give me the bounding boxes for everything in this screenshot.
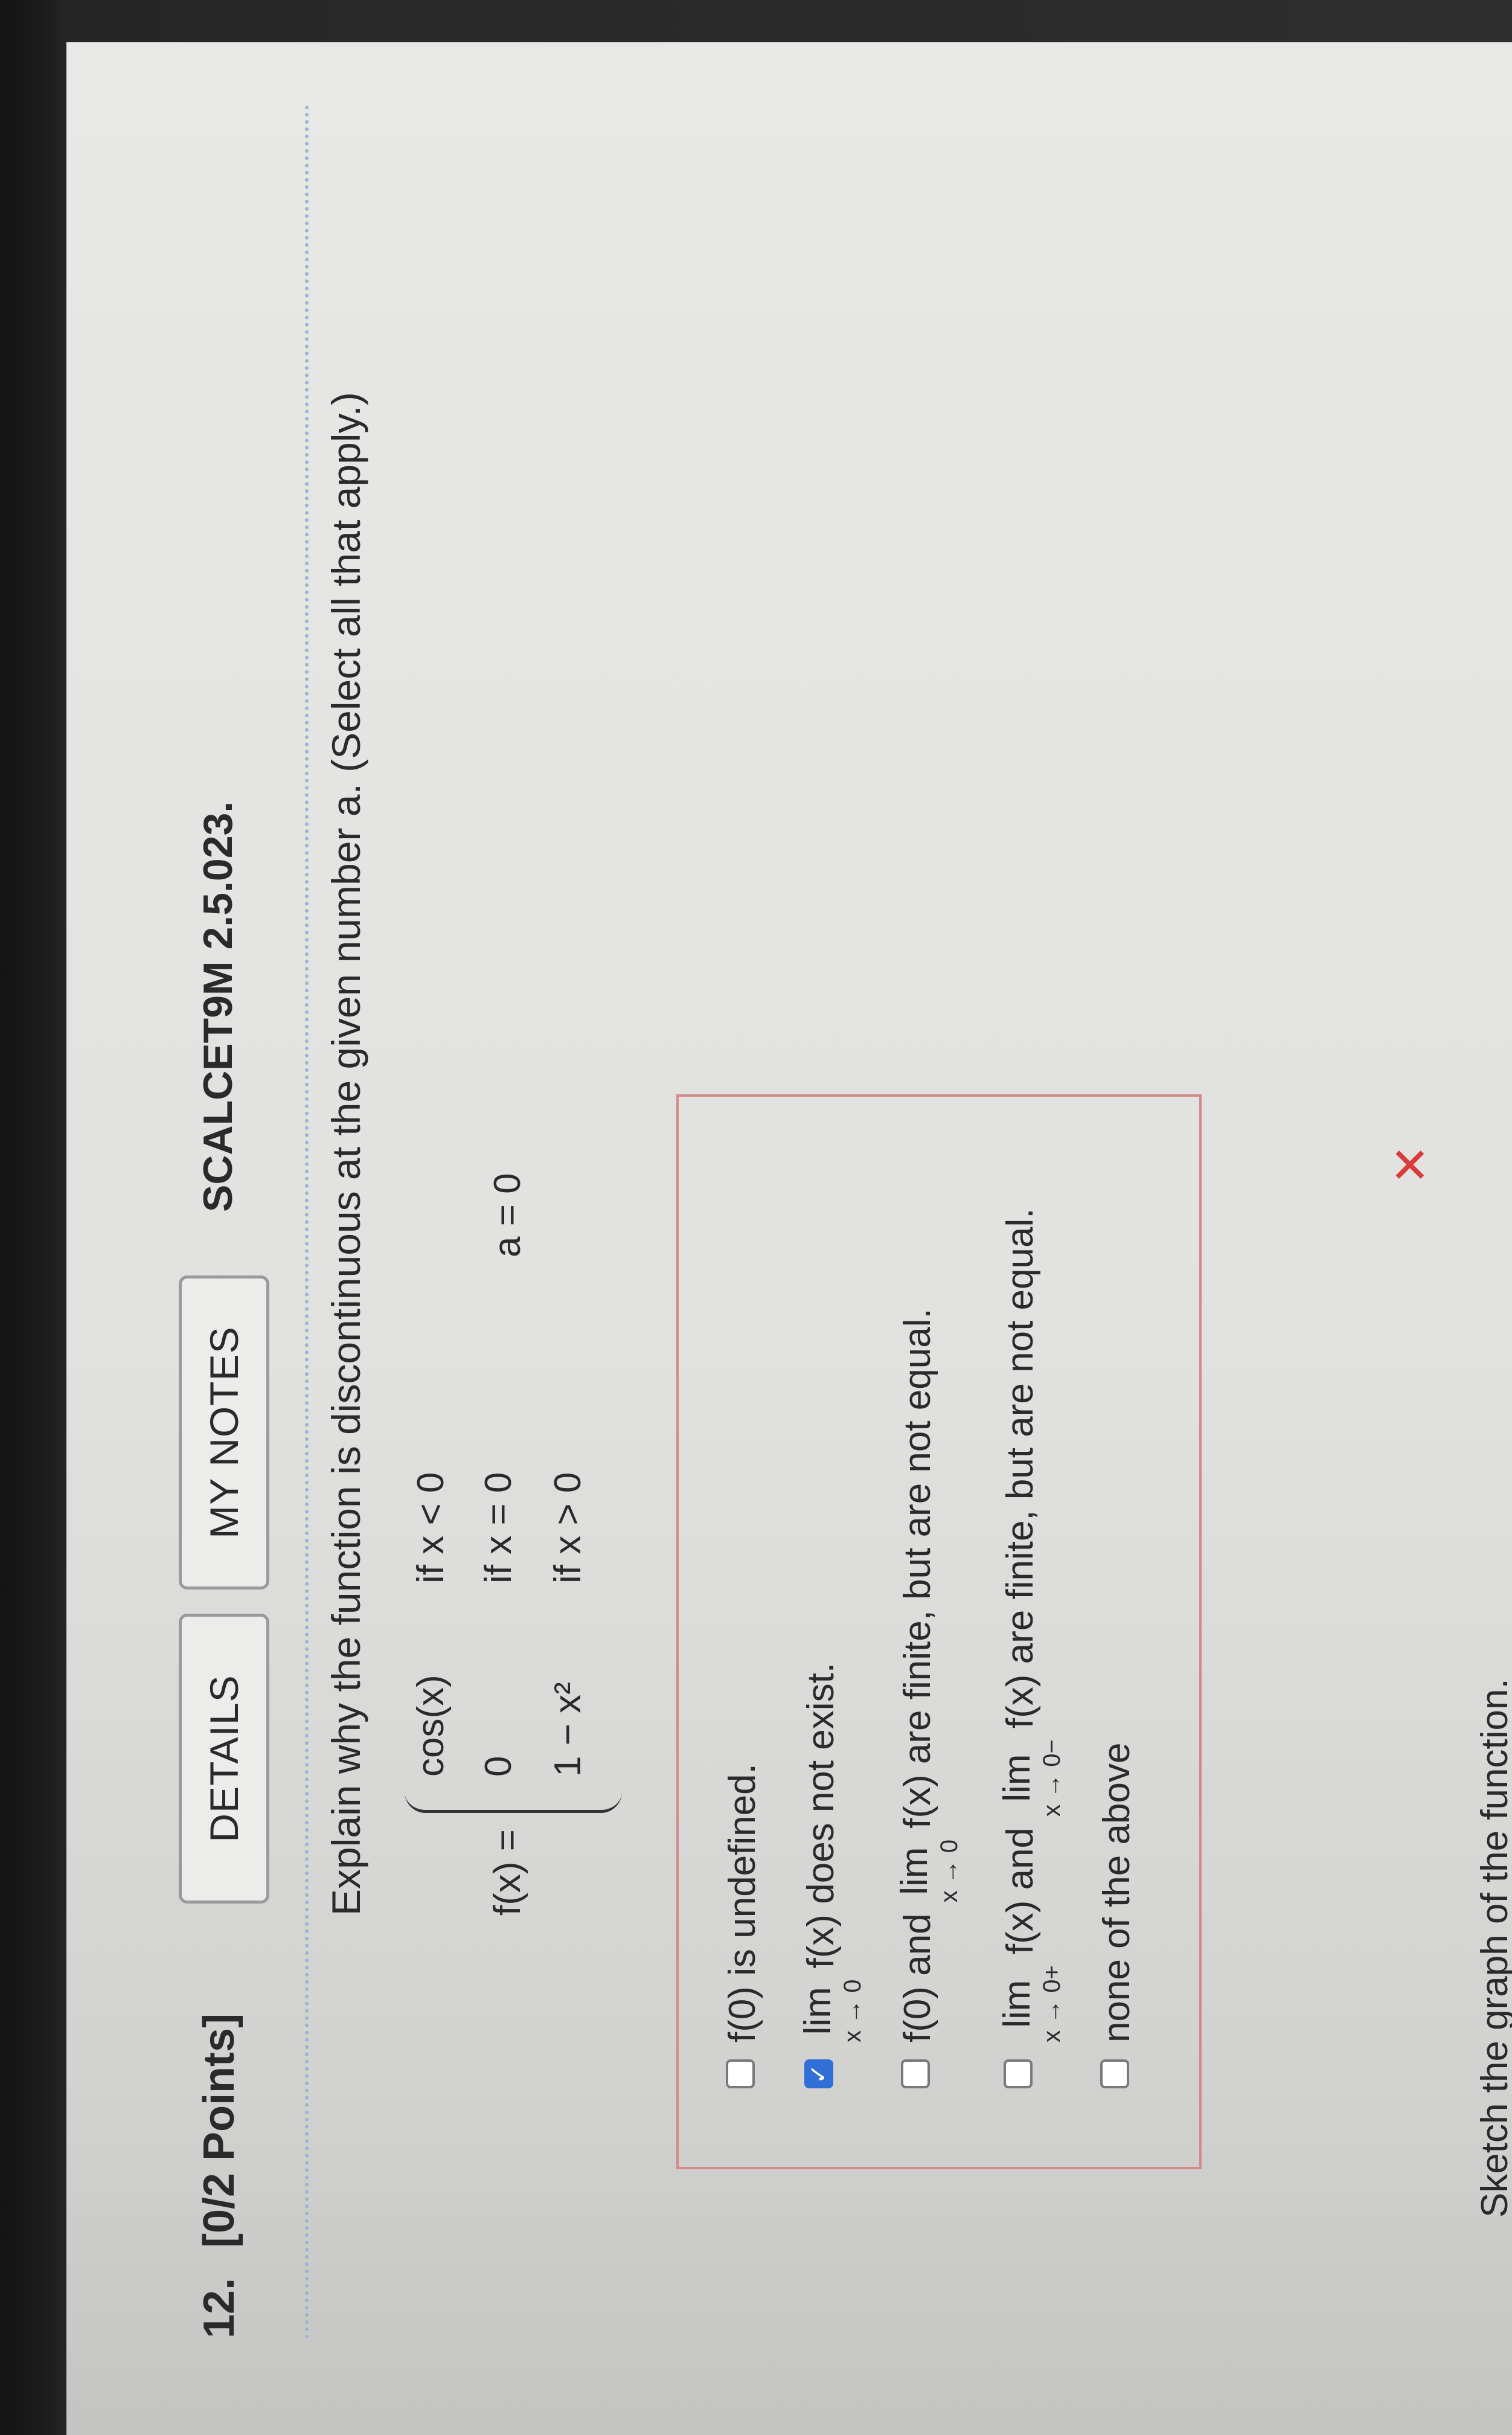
limit-operator: lim x → 0: [797, 1979, 866, 2042]
limit-subscript: x → 0−: [1039, 1739, 1065, 1817]
option-label-prefix: f(0) and: [897, 1913, 938, 2042]
header-divider: [305, 104, 309, 2338]
limit-operator: lim x → 0: [894, 1839, 963, 1903]
case-condition: if x > 0: [547, 1472, 589, 1583]
checkbox[interactable]: [1100, 2059, 1129, 2088]
my-notes-button[interactable]: MY NOTES: [179, 1275, 269, 1590]
incorrect-x-icon: ✕: [1384, 1144, 1438, 1185]
option-label: f(x) does not exist.: [800, 1662, 842, 1969]
limit-operator: lim x → 0+: [996, 1965, 1065, 2042]
piecewise-function: f(x) = cos(x) if x < 0 0 if x = 0 1 − x²…: [392, 1088, 646, 2175]
details-button[interactable]: DETAILS: [179, 1614, 269, 1904]
function-lhs: f(x) =: [487, 1829, 528, 1916]
limit-operator: lim x → 0−: [996, 1739, 1065, 1817]
option-f0-undefined[interactable]: f(0) is undefined.: [721, 1763, 764, 2088]
limit-label: lim: [996, 1980, 1038, 2028]
limit-label: lim: [894, 1847, 935, 1895]
sketch-prompt: Sketch the graph of the function.: [1474, 1678, 1512, 2218]
option-one-sided-limits-not-equal[interactable]: lim x → 0+ f(x) and lim x → 0− f(x) are …: [996, 1208, 1065, 2088]
case-expr: cos(x): [410, 1675, 452, 1777]
option-none-of-above[interactable]: none of the above: [1095, 1743, 1138, 2088]
option-label: f(0) is undefined.: [722, 1763, 763, 2042]
question-prompt: Explain why the function is discontinuou…: [324, 392, 368, 1916]
limit-label: lim: [797, 1987, 839, 2035]
answer-options-box: f(0) is undefined. ✓ lim x → 0 f(x) does…: [676, 1094, 1202, 2169]
limit-label: lim: [996, 1754, 1038, 1802]
question-number: 12.: [195, 2277, 243, 2338]
checkbox[interactable]: [1004, 2059, 1033, 2088]
webassign-question: 12. [0/2 Points] DETAILS MY NOTES SCALCE…: [66, 42, 1512, 2435]
checkbox-checked[interactable]: ✓: [804, 2059, 833, 2088]
screen: 12. [0/2 Points] DETAILS MY NOTES SCALCE…: [66, 42, 1512, 2435]
option-label-middle: f(x) and: [999, 1827, 1041, 1955]
case-expr: 1 − x²: [547, 1682, 589, 1777]
case-condition: if x < 0: [410, 1472, 452, 1583]
case-expr: 0: [478, 1756, 519, 1777]
given-number-a: a = 0: [487, 1173, 528, 1257]
question-header: 12. [0/2 Points] DETAILS MY NOTES SCALCE…: [157, 104, 296, 2338]
checkbox[interactable]: [901, 2059, 930, 2088]
question-points: [0/2 Points]: [195, 2013, 243, 2248]
limit-subscript: x → 0: [936, 1839, 963, 1903]
limit-subscript: x → 0: [839, 1979, 866, 2042]
checkbox[interactable]: [726, 2059, 755, 2088]
question-source: SCALCET9M 2.5.023.: [195, 801, 241, 1212]
case-condition: if x = 0: [478, 1472, 519, 1583]
limit-subscript: x → 0+: [1039, 1965, 1065, 2042]
option-label: f(x) are finite, but are not equal.: [999, 1208, 1041, 1729]
option-label: none of the above: [1096, 1742, 1138, 2042]
option-label: f(x) are finite, but are not equal.: [897, 1308, 938, 1829]
option-limit-dne[interactable]: ✓ lim x → 0 f(x) does not exist.: [797, 1662, 866, 2088]
option-f0-and-limit-not-equal[interactable]: f(0) and lim x → 0 f(x) are finite, but …: [894, 1308, 963, 2088]
left-brace: [405, 1792, 622, 1813]
